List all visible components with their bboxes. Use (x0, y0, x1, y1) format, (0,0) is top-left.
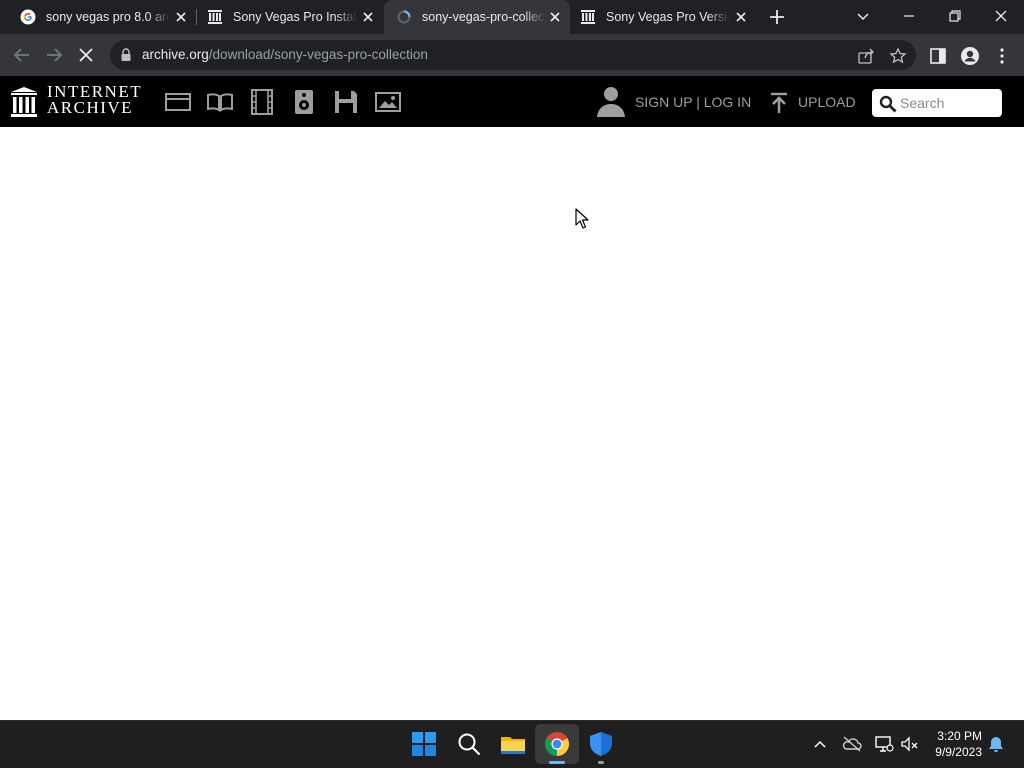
upload-link[interactable]: UPLOAD (798, 94, 856, 110)
archive-icon (581, 10, 595, 24)
search-icon[interactable] (879, 95, 897, 113)
taskbar-time[interactable]: 3:20 PM (930, 729, 982, 743)
minimize-icon[interactable] (900, 7, 918, 25)
close-tab-icon[interactable] (734, 10, 748, 24)
new-tab-icon[interactable] (767, 7, 787, 27)
share-icon[interactable] (857, 47, 875, 65)
tab-google-search[interactable]: sony vegas pro 8.0 archive.org (0, 0, 196, 34)
page-content-area (0, 127, 1024, 720)
back-icon[interactable] (10, 43, 34, 67)
tab-title: Sony Vegas Pro Versions (606, 10, 730, 24)
chrome-icon[interactable] (544, 731, 570, 757)
audio-icon[interactable] (291, 89, 317, 115)
archive-logo-text[interactable]: INTERNET ARCHIVE (47, 83, 142, 117)
close-window-icon[interactable] (992, 7, 1010, 25)
tab-title: sony vegas pro 8.0 archive.org (46, 10, 170, 24)
forward-icon[interactable] (42, 43, 66, 67)
tab-title: Sony Vegas Pro Installers (233, 10, 357, 24)
tab-sony-vegas-installers[interactable]: Sony Vegas Pro Installers (197, 0, 383, 34)
url-text[interactable]: archive.org/download/sony-vegas-pro-coll… (142, 47, 428, 62)
stop-loading-icon[interactable] (74, 43, 98, 67)
user-icon[interactable] (596, 85, 626, 117)
close-tab-icon[interactable] (361, 10, 375, 24)
network-icon[interactable] (874, 735, 894, 753)
chevron-up-icon[interactable] (812, 737, 828, 751)
volume-muted-icon[interactable] (900, 735, 920, 753)
menu-kebab-icon[interactable] (993, 46, 1011, 66)
logo-line-archive: ARCHIVE (47, 98, 134, 117)
url-host: archive.org (142, 47, 209, 62)
url-path: /download/sony-vegas-pro-collection (208, 47, 428, 62)
tab-search-chevron-icon[interactable] (854, 7, 872, 25)
close-tab-icon[interactable] (548, 10, 562, 24)
web-icon[interactable] (165, 89, 191, 115)
images-icon[interactable] (375, 89, 401, 115)
search-icon[interactable] (456, 731, 482, 757)
onedrive-offline-icon[interactable] (842, 735, 862, 753)
software-icon[interactable] (333, 89, 359, 115)
bookmark-star-icon[interactable] (889, 47, 907, 65)
texts-icon[interactable] (207, 89, 233, 115)
mouse-cursor-icon (575, 208, 589, 229)
active-app-indicator (549, 761, 565, 764)
restore-icon[interactable] (946, 7, 964, 25)
notification-bell-icon[interactable] (988, 735, 1004, 753)
video-icon[interactable] (249, 89, 275, 115)
file-explorer-icon[interactable] (500, 731, 526, 757)
side-panel-icon[interactable] (929, 47, 947, 65)
tab-title: sony-vegas-pro-collection (422, 10, 546, 24)
running-app-indicator (598, 761, 604, 764)
archive-header (0, 76, 1024, 127)
tab-sony-vegas-collection-active[interactable]: sony-vegas-pro-collection (384, 0, 570, 34)
taskbar-date[interactable]: 9/9/2023 (926, 745, 982, 759)
profile-icon[interactable] (960, 46, 980, 66)
google-icon (20, 9, 36, 25)
defender-icon[interactable] (588, 731, 614, 757)
upload-icon[interactable] (769, 92, 789, 114)
lock-icon[interactable] (120, 48, 132, 62)
windows-start-icon[interactable] (411, 731, 437, 757)
close-tab-icon[interactable] (174, 10, 188, 24)
search-placeholder: Search (900, 95, 945, 111)
signup-login-link[interactable]: SIGN UP | LOG IN (635, 94, 751, 110)
tab-sony-vegas-versions[interactable]: Sony Vegas Pro Versions (570, 0, 756, 34)
archive-icon (208, 10, 222, 24)
archive-logo-icon[interactable] (10, 86, 38, 118)
loading-icon (397, 10, 411, 24)
